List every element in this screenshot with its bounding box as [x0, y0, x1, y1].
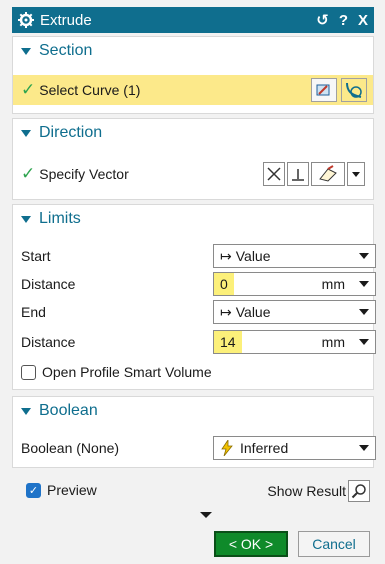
check-icon: ✓	[21, 164, 36, 183]
dialog-title: Extrude	[40, 11, 92, 29]
expand-more-icon[interactable]	[200, 512, 212, 518]
boolean-select-value: Inferred	[240, 440, 289, 456]
lightning-icon	[221, 440, 233, 456]
boolean-label: Boolean (None)	[21, 440, 120, 456]
gear-icon	[18, 12, 34, 28]
preview-row[interactable]: ✓ Preview	[26, 482, 97, 498]
value-limit-icon: ↦	[220, 247, 232, 264]
help-button[interactable]: ?	[339, 12, 348, 29]
boolean-header-label: Boolean	[39, 402, 98, 419]
vector-dropdown[interactable]	[347, 162, 365, 186]
start-select[interactable]: ↦ Value	[213, 244, 376, 268]
specify-vector-label: Specify Vector	[39, 166, 129, 182]
collapse-icon	[21, 47, 31, 55]
limits-header-label: Limits	[39, 210, 81, 227]
vector-tools	[261, 162, 365, 186]
direction-header[interactable]: Direction	[13, 119, 373, 147]
chevron-down-icon	[359, 281, 369, 287]
magnifier-icon	[351, 484, 366, 499]
open-profile-label: Open Profile Smart Volume	[42, 364, 212, 380]
collapse-icon	[21, 407, 31, 415]
open-profile-row[interactable]: Open Profile Smart Volume	[13, 359, 373, 385]
preview-checkbox[interactable]: ✓	[26, 482, 41, 498]
section-header-label: Section	[39, 42, 93, 59]
section-panel: Section ✓ Select Curve (1)	[12, 36, 374, 114]
show-result-button[interactable]	[348, 480, 370, 502]
close-button[interactable]: X	[358, 12, 368, 29]
direction-header-label: Direction	[39, 124, 103, 141]
open-profile-checkbox[interactable]	[21, 364, 36, 380]
boolean-panel: Boolean Boolean (None) Inferred	[12, 396, 376, 468]
reset-icon[interactable]: ↺	[316, 11, 329, 29]
preview-label: Preview	[47, 482, 97, 498]
check-icon: ✓	[21, 80, 36, 99]
value-limit-icon: ↦	[220, 303, 232, 320]
select-curve-row[interactable]: ✓ Select Curve (1)	[13, 75, 373, 105]
sketch-section-icon[interactable]	[311, 78, 337, 102]
direction-panel: Direction ✓ Specify Vector	[12, 118, 374, 200]
chevron-down-icon	[359, 253, 369, 259]
limits-header[interactable]: Limits	[13, 205, 373, 233]
chevron-down-icon	[359, 309, 369, 315]
inferred-vector-icon[interactable]	[311, 162, 345, 186]
distance1-label: Distance	[21, 276, 76, 292]
end-select[interactable]: ↦ Value	[213, 300, 376, 324]
distance2-label: Distance	[21, 334, 76, 350]
collapse-icon	[21, 215, 31, 223]
ok-button[interactable]: < OK >	[214, 531, 288, 557]
start-select-value: Value	[235, 248, 271, 264]
vector-dialog-icon[interactable]	[287, 162, 309, 186]
end-label: End	[21, 304, 46, 320]
chevron-down-icon	[359, 339, 369, 345]
chevron-down-icon	[359, 445, 369, 451]
select-curve-label: Select Curve (1)	[39, 82, 141, 98]
boolean-select[interactable]: Inferred	[213, 436, 376, 460]
curve-icon[interactable]	[341, 78, 367, 102]
distance1-input[interactable]: 0 mm	[213, 272, 376, 296]
section-header[interactable]: Section	[13, 37, 373, 65]
reverse-direction-icon[interactable]	[263, 162, 285, 186]
distance1-unit: mm	[321, 276, 345, 292]
dialog-titlebar: Extrude ↺ ? X	[12, 7, 374, 33]
show-result-label: Show Result	[267, 483, 346, 499]
collapse-icon	[21, 129, 31, 137]
specify-vector-row[interactable]: ✓ Specify Vector	[13, 159, 373, 189]
end-select-value: Value	[235, 304, 271, 320]
limits-panel: Limits Start ↦ Value Distance 0 mm End ↦…	[12, 204, 376, 390]
distance2-unit: mm	[321, 334, 345, 350]
boolean-header[interactable]: Boolean	[13, 397, 373, 425]
distance2-input[interactable]: 14 mm	[213, 330, 376, 354]
start-label: Start	[21, 248, 51, 264]
distance1-value[interactable]: 0	[214, 273, 234, 295]
distance2-value[interactable]: 14	[214, 331, 242, 353]
cancel-button[interactable]: Cancel	[298, 531, 370, 557]
show-result-row: Show Result	[267, 480, 370, 502]
